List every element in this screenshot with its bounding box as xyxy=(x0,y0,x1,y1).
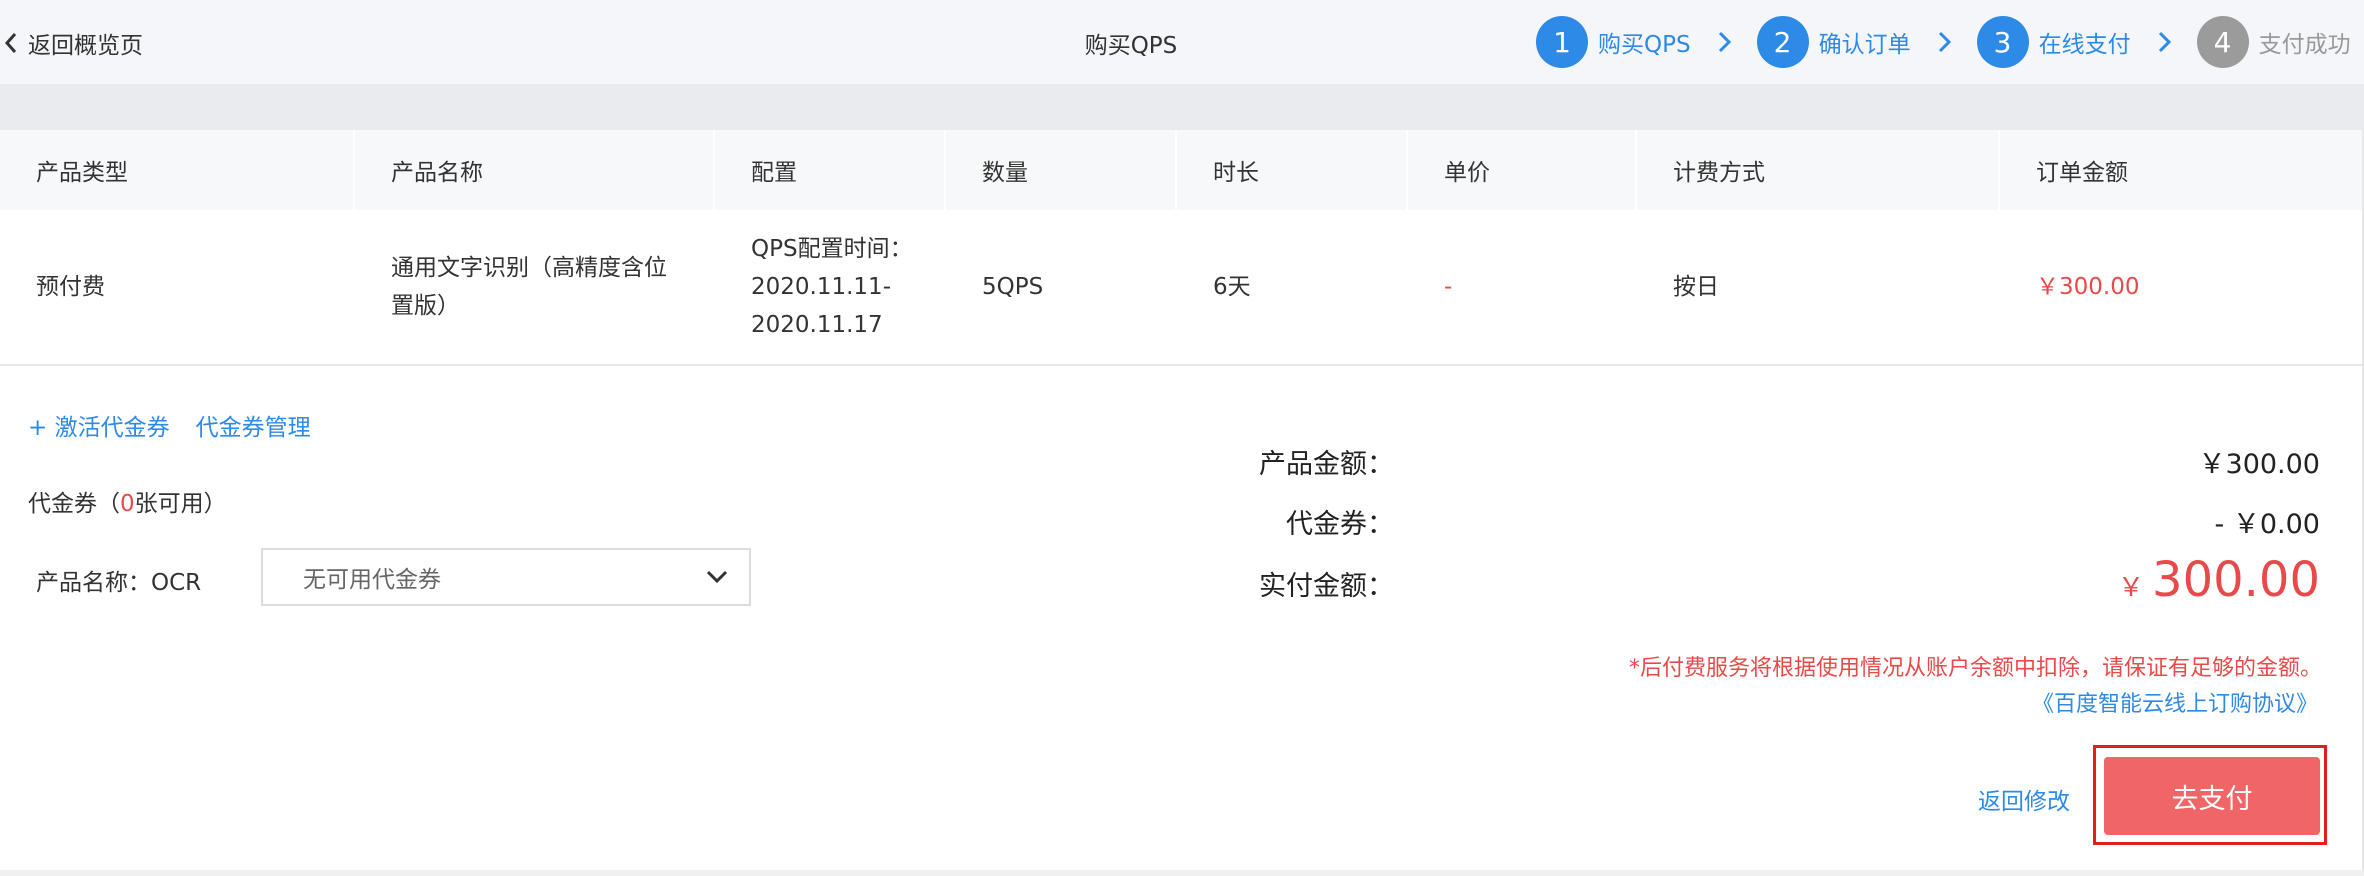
voucher-links: + 激活代金券 代金券管理 xyxy=(28,408,311,442)
back-modify-link[interactable]: 返回修改 xyxy=(1978,782,2070,816)
cell-product-name: 通用文字识别（高精度含位置版） xyxy=(391,255,667,319)
product-amount-label: 产品金额： xyxy=(1259,449,1394,480)
cell-unit-price: - xyxy=(1444,274,1453,300)
pay-amount-value: 300.00 xyxy=(2152,552,2320,608)
progress-steps: 1 购买QPS 2 确认订单 3 在线支付 4 支付成功 xyxy=(1536,16,2351,68)
back-label: 返回概览页 xyxy=(28,33,143,59)
pay-amount-label: 实付金额： xyxy=(1259,571,1394,602)
pay-button[interactable]: 去支付 xyxy=(2104,757,2320,835)
order-table: 产品类型 产品名称 配置 数量 时长 单价 计费方式 订单金额 预付费 通用文字… xyxy=(0,130,2364,366)
page-title: 购买QPS xyxy=(1084,33,1178,59)
voucher-select-value: 无可用代金券 xyxy=(303,567,441,593)
column-header: 计费方式 xyxy=(1637,130,2000,210)
step-1: 1 购买QPS xyxy=(1536,16,1691,68)
product-amount-value: ￥300.00 xyxy=(2198,449,2320,480)
pay-amount: ￥ 300.00 xyxy=(2118,552,2320,608)
column-header: 配置 xyxy=(715,130,946,210)
column-header: 订单金额 xyxy=(2000,130,2364,210)
cell-config: QPS配置时间：2020.11.11-2020.11.17 xyxy=(751,236,913,338)
step-number: 3 xyxy=(1976,16,2029,68)
table-row: 预付费 通用文字识别（高精度含位置版） QPS配置时间：2020.11.11-2… xyxy=(0,210,2364,366)
cell-billing: 按日 xyxy=(1673,274,1719,300)
cell-amount: ￥300.00 xyxy=(2036,274,2140,300)
voucher-amount-label: 代金券： xyxy=(1286,509,1394,540)
chevron-right-icon xyxy=(1938,31,1951,53)
activate-voucher-link[interactable]: + 激活代金券 xyxy=(28,408,170,442)
back-to-overview-link[interactable]: 返回概览页 xyxy=(4,26,143,60)
chevron-right-icon xyxy=(1718,31,1731,53)
billing-notice: *后付费服务将根据使用情况从账户余额中扣除，请保证有足够的金额。 xyxy=(1628,656,2322,681)
top-bar: 返回概览页 购买QPS 1 购买QPS 2 确认订单 3 在线支付 4 支付成功 xyxy=(0,0,2364,84)
voucher-status: 代金券（0张可用） xyxy=(28,484,227,518)
step-label: 购买QPS xyxy=(1598,32,1691,58)
chevron-left-icon xyxy=(4,33,17,53)
step-label: 在线支付 xyxy=(2038,32,2131,58)
voucher-count: 0 xyxy=(120,491,135,517)
voucher-status-suffix: 张可用） xyxy=(134,491,227,517)
step-2: 2 确认订单 xyxy=(1756,16,1911,68)
voucher-product-label: 产品名称：OCR xyxy=(36,570,202,596)
voucher-select[interactable]: 无可用代金券 xyxy=(261,548,751,606)
table-header: 产品类型 产品名称 配置 数量 时长 单价 计费方式 订单金额 xyxy=(0,130,2364,210)
cell-quantity: 5QPS xyxy=(982,274,1044,300)
voucher-status-prefix: 代金券（ xyxy=(28,491,120,517)
divider xyxy=(0,870,2364,876)
pay-currency: ￥ xyxy=(2118,573,2145,603)
column-header: 单价 xyxy=(1408,130,1637,210)
voucher-amount-value: - ￥0.00 xyxy=(2214,509,2320,540)
voucher-management-link[interactable]: 代金券管理 xyxy=(196,408,311,442)
column-header: 时长 xyxy=(1177,130,1408,210)
chevron-down-icon xyxy=(706,570,728,584)
step-4: 4 支付成功 xyxy=(2196,16,2351,68)
chevron-right-icon xyxy=(2158,31,2171,53)
step-number: 1 xyxy=(1536,16,1588,68)
section-divider xyxy=(0,84,2364,130)
step-label: 支付成功 xyxy=(2258,32,2351,58)
step-3: 3 在线支付 xyxy=(1976,16,2131,68)
column-header: 产品类型 xyxy=(0,130,355,210)
cell-product-type: 预付费 xyxy=(36,274,105,300)
step-number: 4 xyxy=(2196,16,2249,68)
step-label: 确认订单 xyxy=(1818,32,1911,58)
cell-duration: 6天 xyxy=(1213,274,1251,300)
column-header: 产品名称 xyxy=(355,130,715,210)
agreement-link[interactable]: 《百度智能云线上订购协议》 xyxy=(2032,686,2318,718)
step-number: 2 xyxy=(1756,16,1809,68)
column-header: 数量 xyxy=(946,130,1177,210)
